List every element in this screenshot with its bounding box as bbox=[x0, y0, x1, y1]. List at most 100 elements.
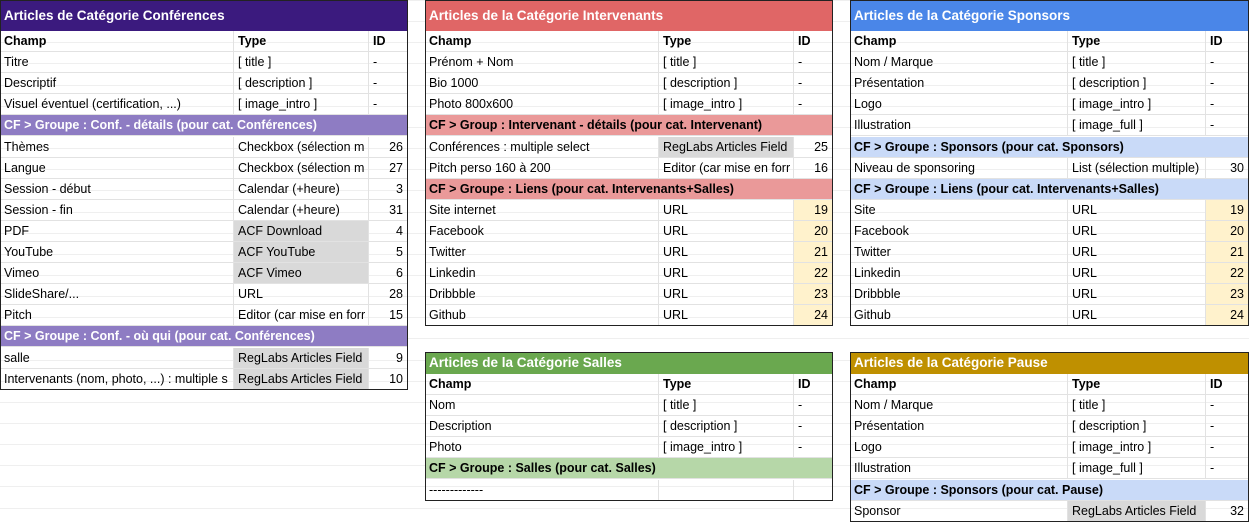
field-type-cell[interactable]: Calendar (+heure) bbox=[234, 199, 369, 220]
column-header[interactable]: ID bbox=[369, 31, 408, 52]
column-header[interactable]: Champ bbox=[425, 31, 659, 52]
section-row[interactable]: CF > Group : Intervenant - détails (pour… bbox=[425, 115, 833, 137]
field-type-cell[interactable]: [ description ] bbox=[234, 73, 369, 94]
field-name-cell[interactable]: Nom / Marque bbox=[850, 52, 1068, 73]
field-id-cell[interactable]: 19 bbox=[1206, 199, 1249, 220]
table-title[interactable]: Articles de la Catégorie Pause bbox=[850, 352, 1249, 374]
field-name-cell[interactable]: Dribbble bbox=[425, 284, 659, 305]
column-header[interactable]: Champ bbox=[850, 374, 1068, 395]
column-header[interactable]: Type bbox=[659, 31, 794, 52]
field-type-cell[interactable]: URL bbox=[1068, 263, 1206, 284]
field-name-cell[interactable]: ------------- bbox=[425, 479, 659, 500]
field-type-cell[interactable]: URL bbox=[659, 284, 794, 305]
field-type-cell[interactable]: [ description ] bbox=[659, 73, 794, 94]
field-name-cell[interactable]: Nom bbox=[425, 395, 659, 416]
field-type-cell[interactable]: URL bbox=[1068, 284, 1206, 305]
field-type-cell[interactable]: [ title ] bbox=[234, 52, 369, 73]
column-header[interactable]: Champ bbox=[850, 31, 1068, 52]
field-type-cell[interactable] bbox=[659, 479, 794, 500]
field-type-cell[interactable]: RegLabs Articles Field bbox=[234, 368, 369, 389]
section-row[interactable]: CF > Groupe : Sponsors (pour cat. Pause) bbox=[850, 479, 1249, 501]
field-id-cell[interactable]: - bbox=[1206, 94, 1249, 115]
field-id-cell[interactable]: 21 bbox=[1206, 242, 1249, 263]
field-name-cell[interactable]: Twitter bbox=[850, 242, 1068, 263]
field-name-cell[interactable]: Github bbox=[850, 305, 1068, 326]
column-header[interactable]: Type bbox=[1068, 31, 1206, 52]
field-name-cell[interactable]: Twitter bbox=[425, 242, 659, 263]
field-name-cell[interactable]: Prénom + Nom bbox=[425, 52, 659, 73]
field-id-cell[interactable]: 3 bbox=[369, 178, 408, 199]
field-name-cell[interactable]: SlideShare/... bbox=[0, 284, 234, 305]
field-type-cell[interactable]: RegLabs Articles Field bbox=[659, 136, 794, 157]
column-header[interactable]: Type bbox=[1068, 374, 1206, 395]
field-type-cell[interactable]: [ image_intro ] bbox=[659, 437, 794, 458]
field-type-cell[interactable]: [ image_intro ] bbox=[234, 94, 369, 115]
field-type-cell[interactable]: URL bbox=[659, 242, 794, 263]
field-id-cell[interactable]: 19 bbox=[794, 199, 833, 220]
table-title[interactable]: Articles de Catégorie Conférences bbox=[0, 0, 408, 31]
field-id-cell[interactable]: - bbox=[1206, 437, 1249, 458]
field-id-cell[interactable]: - bbox=[794, 52, 833, 73]
field-name-cell[interactable]: Sponsor bbox=[850, 500, 1068, 521]
field-type-cell[interactable]: Checkbox (sélection m bbox=[234, 136, 369, 157]
field-name-cell[interactable]: Pitch perso 160 à 200 bbox=[425, 157, 659, 178]
field-type-cell[interactable]: URL bbox=[234, 284, 369, 305]
field-type-cell[interactable]: URL bbox=[659, 199, 794, 220]
field-id-cell[interactable]: 20 bbox=[1206, 220, 1249, 241]
field-type-cell[interactable]: URL bbox=[1068, 220, 1206, 241]
field-type-cell[interactable]: URL bbox=[659, 220, 794, 241]
field-name-cell[interactable]: Description bbox=[425, 416, 659, 437]
field-id-cell[interactable]: 21 bbox=[794, 242, 833, 263]
field-name-cell[interactable]: Langue bbox=[0, 157, 234, 178]
field-id-cell[interactable]: 31 bbox=[369, 199, 408, 220]
field-id-cell[interactable]: 4 bbox=[369, 220, 408, 241]
field-name-cell[interactable]: Descriptif bbox=[0, 73, 234, 94]
field-type-cell[interactable]: RegLabs Articles Field bbox=[1068, 500, 1206, 521]
field-id-cell[interactable]: 24 bbox=[794, 305, 833, 326]
field-type-cell[interactable]: Editor (car mise en forr bbox=[234, 305, 369, 326]
field-type-cell[interactable]: URL bbox=[659, 263, 794, 284]
field-name-cell[interactable]: Linkedin bbox=[425, 263, 659, 284]
field-id-cell[interactable] bbox=[794, 479, 833, 500]
field-id-cell[interactable]: - bbox=[1206, 458, 1249, 479]
field-type-cell[interactable]: [ image_full ] bbox=[1068, 115, 1206, 136]
field-type-cell[interactable]: [ image_full ] bbox=[1068, 458, 1206, 479]
column-header[interactable]: Champ bbox=[425, 374, 659, 395]
field-name-cell[interactable]: Illustration bbox=[850, 458, 1068, 479]
field-id-cell[interactable]: 15 bbox=[369, 305, 408, 326]
field-name-cell[interactable]: Logo bbox=[850, 437, 1068, 458]
field-type-cell[interactable]: [ title ] bbox=[659, 395, 794, 416]
column-header[interactable]: Type bbox=[234, 31, 369, 52]
table-title[interactable]: Articles de la Catégorie Intervenants bbox=[425, 0, 833, 31]
field-id-cell[interactable]: 5 bbox=[369, 242, 408, 263]
field-name-cell[interactable]: Linkedin bbox=[850, 263, 1068, 284]
field-id-cell[interactable]: - bbox=[794, 437, 833, 458]
field-name-cell[interactable]: Dribbble bbox=[850, 284, 1068, 305]
field-id-cell[interactable]: 23 bbox=[1206, 284, 1249, 305]
field-id-cell[interactable]: 9 bbox=[369, 347, 408, 368]
field-type-cell[interactable]: RegLabs Articles Field bbox=[234, 347, 369, 368]
section-row[interactable]: CF > Groupe : Conf. - où qui (pour cat. … bbox=[0, 326, 408, 348]
field-id-cell[interactable]: - bbox=[1206, 52, 1249, 73]
field-name-cell[interactable]: Bio 1000 bbox=[425, 73, 659, 94]
section-row[interactable]: CF > Groupe : Liens (pour cat. Intervena… bbox=[425, 178, 833, 200]
field-type-cell[interactable]: List (sélection multiple) bbox=[1068, 157, 1206, 178]
field-name-cell[interactable]: Facebook bbox=[850, 220, 1068, 241]
field-name-cell[interactable]: Présentation bbox=[850, 416, 1068, 437]
field-id-cell[interactable]: 28 bbox=[369, 284, 408, 305]
field-name-cell[interactable]: Github bbox=[425, 305, 659, 326]
field-name-cell[interactable]: Facebook bbox=[425, 220, 659, 241]
field-id-cell[interactable]: 22 bbox=[1206, 263, 1249, 284]
field-type-cell[interactable]: Checkbox (sélection m bbox=[234, 157, 369, 178]
field-name-cell[interactable]: Pitch bbox=[0, 305, 234, 326]
section-row[interactable]: CF > Groupe : Sponsors (pour cat. Sponso… bbox=[850, 136, 1249, 158]
field-type-cell[interactable]: Calendar (+heure) bbox=[234, 178, 369, 199]
column-header[interactable]: ID bbox=[794, 31, 833, 52]
field-name-cell[interactable]: Titre bbox=[0, 52, 234, 73]
field-id-cell[interactable]: - bbox=[794, 395, 833, 416]
field-name-cell[interactable]: Nom / Marque bbox=[850, 395, 1068, 416]
field-type-cell[interactable]: [ title ] bbox=[1068, 395, 1206, 416]
field-name-cell[interactable]: Conférences : multiple select bbox=[425, 136, 659, 157]
field-id-cell[interactable]: 27 bbox=[369, 157, 408, 178]
field-type-cell[interactable]: URL bbox=[1068, 199, 1206, 220]
